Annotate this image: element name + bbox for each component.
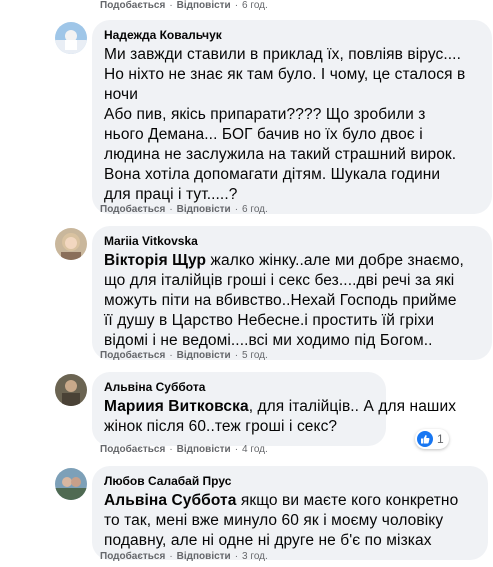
comment-actions: Подобається · Відповісти · 4 год. — [100, 444, 268, 455]
reaction-count-label: 1 — [437, 432, 444, 446]
comment-author[interactable]: Альвіна Суббота — [104, 379, 374, 395]
mention-link[interactable]: Мариия Витковска — [104, 398, 249, 415]
comment-actions: Подобається · Відповісти · 6 год. — [100, 204, 268, 215]
top-comment-actions: Подобається · Відповісти · 6 год. — [100, 0, 268, 11]
timestamp[interactable]: 5 год. — [242, 350, 268, 361]
comment-line: Ми завжди ставили в приклад їх, повліяв … — [104, 46, 461, 63]
comment-line: відомі і не ведомі....всі ми ходимо під … — [104, 332, 433, 349]
separator: · — [169, 551, 173, 562]
separator: · — [169, 0, 173, 11]
separator: · — [234, 444, 239, 455]
thumbs-up-icon — [421, 435, 430, 444]
mention-link[interactable]: Альвіна Суббота — [104, 492, 236, 509]
comment-line-text: , для італійців.. А для наших — [248, 398, 457, 415]
separator: · — [169, 350, 173, 361]
comment-line: то так, мені вже минуло 60 як і моєму чо… — [104, 512, 444, 529]
avatar[interactable] — [55, 228, 87, 260]
comment-actions: Подобається · Відповісти · 3 год. — [100, 551, 268, 562]
comment-line: Вона хотіла допомагати дітям. Шукала год… — [104, 166, 441, 183]
avatar-image — [55, 374, 87, 406]
separator: · — [169, 444, 173, 455]
like-link[interactable]: Подобається — [100, 444, 165, 455]
like-link[interactable]: Подобається — [100, 204, 165, 215]
timestamp[interactable]: 4 год. — [242, 444, 268, 455]
comment-bubble: Любов Салабай Прус Альвіна Суббота якщо … — [92, 466, 488, 560]
like-icon — [417, 431, 433, 447]
separator: · — [234, 204, 239, 215]
comment-line-text: жалко жінку..але ми добре знаємо, — [206, 252, 464, 269]
like-link[interactable]: Подобається — [100, 551, 165, 562]
comment-author[interactable]: Любов Салабай Прус — [104, 473, 476, 489]
comment-line: її душу в Царство Небесне.і простить їй … — [104, 312, 435, 329]
timestamp[interactable]: 6 год. — [242, 0, 268, 11]
separator: · — [234, 551, 239, 562]
comment-line: ночи — [104, 86, 138, 103]
comment-line: Або пив, якісь припарати???? Що зробили … — [104, 106, 426, 123]
avatar-image — [55, 22, 87, 54]
separator: · — [234, 0, 239, 11]
comment-line: жінок після 60..теж гроші і секс? — [104, 418, 338, 435]
comment-line: людина не заслужила на такий страшний ви… — [104, 146, 457, 163]
reply-link[interactable]: Відповісти — [177, 350, 231, 361]
comment-line: можуть піти на вбивство..Нехай Господь п… — [104, 292, 457, 309]
comment-line-text: якщо ви маєте кого конкретно — [236, 492, 459, 509]
comment-author[interactable]: Mariia Vitkovska — [104, 233, 480, 249]
comment-bubble: Надежда Ковальчук Ми завжди ставили в пр… — [92, 20, 492, 214]
avatar[interactable] — [55, 22, 87, 54]
timestamp[interactable]: 3 год. — [242, 551, 268, 562]
comment-text: Мариия Витковска, для італійців.. А для … — [104, 397, 456, 437]
comment-line: Альвіна Суббота якщо ви маєте кого конкр… — [104, 491, 476, 511]
avatar-image — [55, 228, 87, 260]
reply-link[interactable]: Відповісти — [177, 0, 231, 11]
separator: · — [169, 204, 173, 215]
reply-link[interactable]: Відповісти — [177, 204, 231, 215]
avatar[interactable] — [55, 468, 87, 500]
like-link[interactable]: Подобається — [100, 350, 165, 361]
comment-bubble: Альвіна Суббота Мариия Витковска, для іт… — [92, 372, 456, 446]
comment-line: Мариия Витковска, для італійців.. А для … — [104, 397, 456, 417]
timestamp[interactable]: 6 год. — [242, 204, 268, 215]
comment-line: Но ніхто не знає як там було. І чому, це… — [104, 66, 466, 83]
comment-text: Альвіна Суббота якщо ви маєте кого конкр… — [104, 491, 476, 551]
avatar-image — [55, 468, 87, 500]
comment-text: Вікторія Щур жалко жінку..але ми добре з… — [104, 251, 480, 351]
separator: · — [234, 350, 239, 361]
reply-link[interactable]: Відповісти — [177, 551, 231, 562]
reaction-count[interactable]: 1 — [415, 429, 449, 449]
comment-line: подавну, але ні одне ні друге не б'є по … — [104, 532, 432, 549]
comment-bubble: Mariia Vitkovska Вікторія Щур жалко жінк… — [92, 226, 492, 360]
mention-link[interactable]: Вікторія Щур — [104, 252, 206, 269]
comment-author[interactable]: Надежда Ковальчук — [104, 27, 480, 43]
comment-line: Вікторія Щур жалко жінку..але ми добре з… — [104, 251, 480, 271]
comment-line: для праці і тут.....? — [104, 186, 238, 203]
comment-line: що для італійців гроші і секс без....дві… — [104, 272, 455, 289]
avatar[interactable] — [55, 374, 87, 406]
comment-line: нього Демана... БОГ бачив но їх було дво… — [104, 126, 423, 143]
comment-text: Ми завжди ставили в приклад їх, повліяв … — [104, 45, 480, 205]
comment-actions: Подобається · Відповісти · 5 год. — [100, 350, 268, 361]
reply-link[interactable]: Відповісти — [177, 444, 231, 455]
like-link[interactable]: Подобається — [100, 0, 165, 11]
